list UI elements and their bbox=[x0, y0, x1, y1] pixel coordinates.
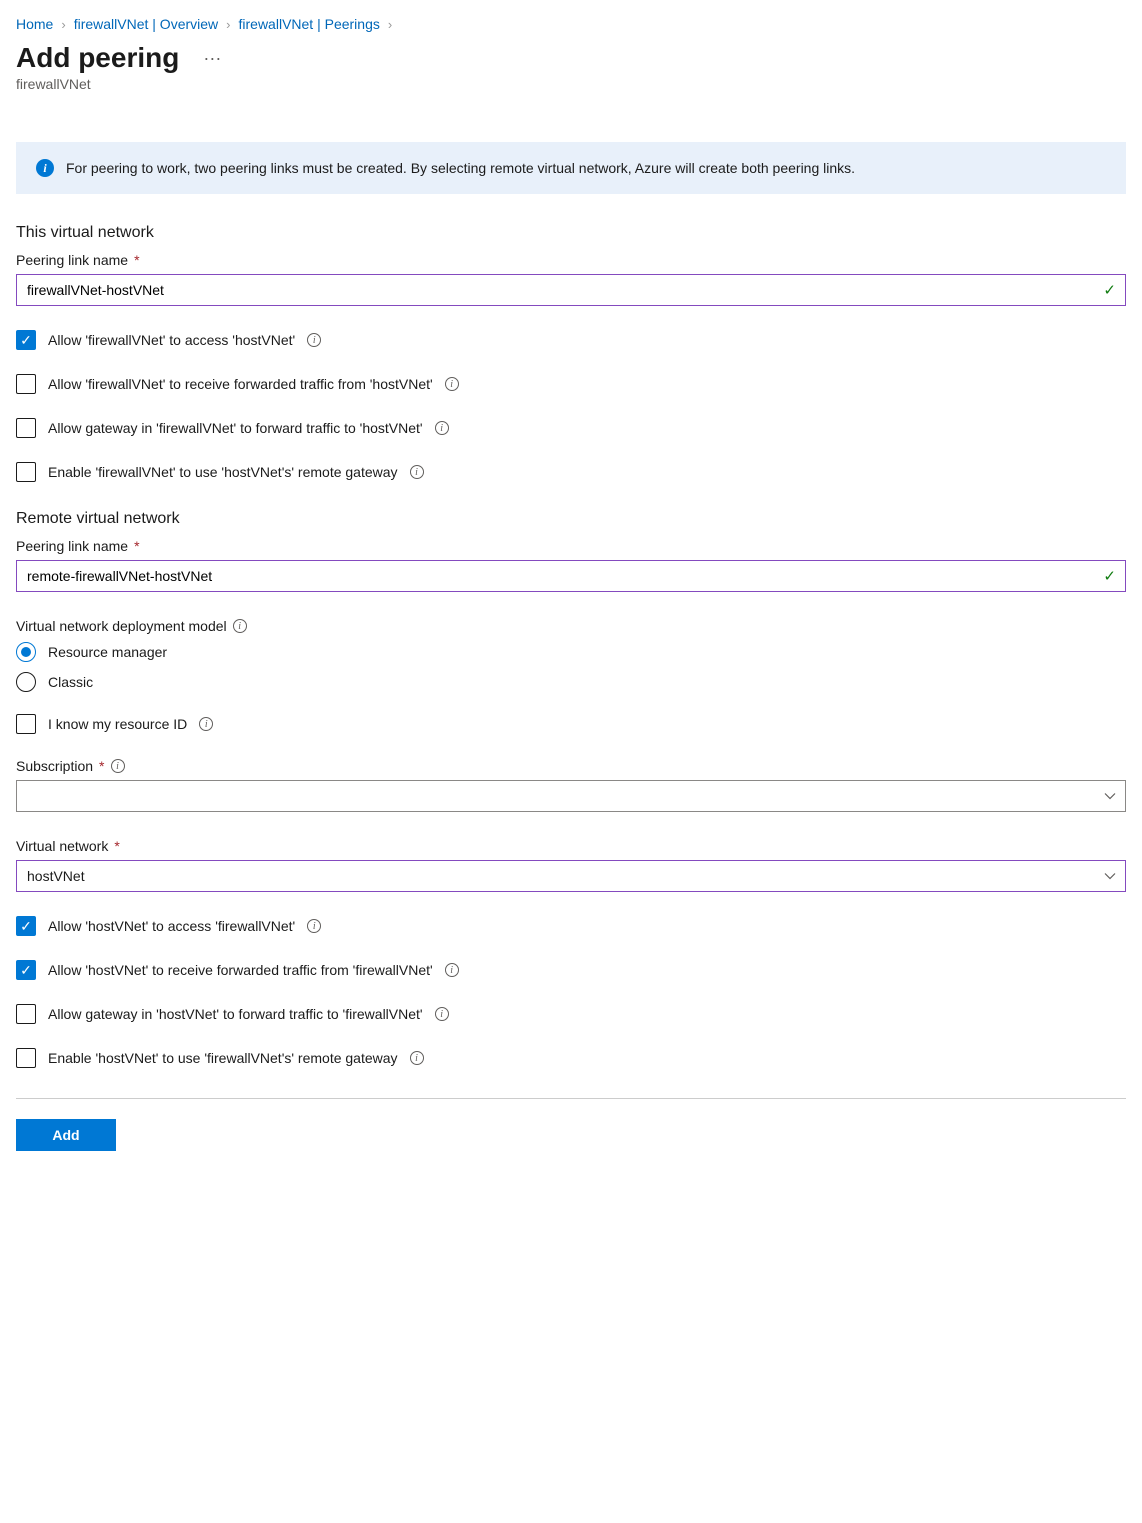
checkbox-label: Allow gateway in 'hostVNet' to forward t… bbox=[48, 1006, 423, 1022]
checkbox-use-remote-gateway-remote[interactable] bbox=[16, 1048, 36, 1068]
radio-label: Classic bbox=[48, 674, 93, 690]
checkbox-receive-forwarded-this[interactable] bbox=[16, 374, 36, 394]
peering-link-name-input-this[interactable] bbox=[16, 274, 1126, 306]
info-banner: i For peering to work, two peering links… bbox=[16, 142, 1126, 194]
radio-resource-manager[interactable] bbox=[16, 642, 36, 662]
deployment-model-label: Virtual network deployment model i bbox=[16, 618, 1126, 634]
section-title-this-vnet: This virtual network bbox=[16, 224, 1126, 242]
info-icon[interactable]: i bbox=[410, 1051, 424, 1065]
chevron-right-icon: › bbox=[61, 17, 65, 32]
checkbox-receive-forwarded-remote[interactable]: ✓ bbox=[16, 960, 36, 980]
checkbox-label: I know my resource ID bbox=[48, 716, 187, 732]
breadcrumb: Home › firewallVNet | Overview › firewal… bbox=[16, 16, 1126, 32]
virtual-network-label: Virtual network* bbox=[16, 838, 1126, 854]
chevron-right-icon: › bbox=[388, 17, 392, 32]
subscription-label: Subscription* i bbox=[16, 758, 1126, 774]
checkbox-label: Allow gateway in 'firewallVNet' to forwa… bbox=[48, 420, 423, 436]
checkbox-allow-access-this[interactable]: ✓ bbox=[16, 330, 36, 350]
info-icon[interactable]: i bbox=[111, 759, 125, 773]
breadcrumb-overview[interactable]: firewallVNet | Overview bbox=[74, 16, 218, 32]
subscription-select[interactable] bbox=[16, 780, 1126, 812]
chevron-right-icon: › bbox=[226, 17, 230, 32]
radio-classic[interactable] bbox=[16, 672, 36, 692]
peering-link-name-label-this: Peering link name* bbox=[16, 252, 1126, 268]
checkbox-label: Allow 'firewallVNet' to receive forwarde… bbox=[48, 376, 433, 392]
info-icon[interactable]: i bbox=[435, 421, 449, 435]
info-icon[interactable]: i bbox=[199, 717, 213, 731]
page-subtitle: firewallVNet bbox=[16, 76, 1126, 92]
footer-separator bbox=[16, 1098, 1126, 1099]
info-icon: i bbox=[36, 159, 54, 177]
checkbox-label: Enable 'firewallVNet' to use 'hostVNet's… bbox=[48, 464, 398, 480]
radio-label: Resource manager bbox=[48, 644, 167, 660]
checkbox-label: Allow 'hostVNet' to receive forwarded tr… bbox=[48, 962, 433, 978]
info-icon[interactable]: i bbox=[410, 465, 424, 479]
checkbox-label: Allow 'hostVNet' to access 'firewallVNet… bbox=[48, 918, 295, 934]
breadcrumb-peerings[interactable]: firewallVNet | Peerings bbox=[239, 16, 380, 32]
info-icon[interactable]: i bbox=[307, 919, 321, 933]
info-icon[interactable]: i bbox=[233, 619, 247, 633]
peering-link-name-input-remote[interactable] bbox=[16, 560, 1126, 592]
more-actions-icon[interactable]: ··· bbox=[199, 45, 225, 71]
checkbox-allow-access-remote[interactable]: ✓ bbox=[16, 916, 36, 936]
checkbox-label: Allow 'firewallVNet' to access 'hostVNet… bbox=[48, 332, 295, 348]
virtual-network-select[interactable]: hostVNet bbox=[16, 860, 1126, 892]
info-icon[interactable]: i bbox=[307, 333, 321, 347]
checkbox-gateway-forward-remote[interactable] bbox=[16, 1004, 36, 1024]
info-banner-text: For peering to work, two peering links m… bbox=[66, 158, 855, 178]
info-icon[interactable]: i bbox=[445, 963, 459, 977]
checkbox-use-remote-gateway-this[interactable] bbox=[16, 462, 36, 482]
peering-link-name-label-remote: Peering link name* bbox=[16, 538, 1126, 554]
info-icon[interactable]: i bbox=[435, 1007, 449, 1021]
checkbox-gateway-forward-this[interactable] bbox=[16, 418, 36, 438]
section-title-remote-vnet: Remote virtual network bbox=[16, 510, 1126, 528]
checkbox-label: Enable 'hostVNet' to use 'firewallVNet's… bbox=[48, 1050, 398, 1066]
checkbox-know-resource-id[interactable] bbox=[16, 714, 36, 734]
breadcrumb-home[interactable]: Home bbox=[16, 16, 53, 32]
page-title: Add peering bbox=[16, 42, 179, 74]
add-button[interactable]: Add bbox=[16, 1119, 116, 1151]
info-icon[interactable]: i bbox=[445, 377, 459, 391]
